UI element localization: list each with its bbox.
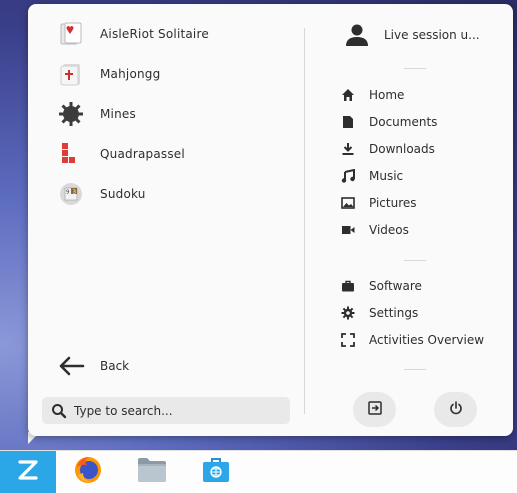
place-music[interactable]: Music: [340, 167, 403, 185]
firefox-icon: [73, 455, 103, 489]
app-mines[interactable]: Mines: [58, 102, 136, 126]
logout-button[interactable]: [353, 392, 396, 427]
place-label: Music: [369, 169, 404, 183]
picture-icon: [340, 195, 356, 211]
app-sudoku[interactable]: 9 3 Sudoku: [58, 182, 146, 206]
start-menu: AisleRiot Solitaire Mahjongg Mines Quadr…: [28, 4, 513, 436]
power-icon: [449, 400, 463, 419]
video-icon: [340, 222, 356, 238]
app-label: Mahjongg: [100, 67, 161, 81]
app-label: Quadrapassel: [100, 147, 185, 161]
home-icon: [340, 87, 356, 103]
fullscreen-icon: [340, 332, 356, 348]
separator: [404, 260, 426, 261]
mines-icon: [58, 101, 84, 127]
search-input[interactable]: Type to search...: [42, 397, 290, 424]
place-pictures[interactable]: Pictures: [340, 194, 417, 212]
system-label: Activities Overview: [369, 333, 485, 347]
place-videos[interactable]: Videos: [340, 221, 409, 239]
taskbar-firefox[interactable]: [60, 451, 116, 493]
gear-icon: [340, 305, 356, 321]
app-mahjongg[interactable]: Mahjongg: [58, 62, 160, 86]
mahjongg-icon: [58, 61, 84, 87]
place-label: Home: [369, 88, 405, 102]
app-quadrapassel[interactable]: Quadrapassel: [58, 142, 185, 166]
download-icon: [340, 141, 356, 157]
logout-icon: [367, 400, 383, 420]
separator: [404, 369, 426, 370]
zorin-menu-icon: [14, 458, 42, 486]
arrow-left-icon: [58, 354, 86, 378]
user-label: Live session u...: [384, 28, 480, 42]
place-label: Downloads: [369, 142, 435, 156]
search-icon: [51, 403, 67, 419]
app-label: Sudoku: [100, 187, 146, 201]
user-avatar-icon: [344, 22, 370, 48]
quadrapassel-icon: [58, 141, 84, 167]
power-button[interactable]: [434, 392, 477, 427]
svg-text:3: 3: [73, 190, 77, 196]
system-activities-overview[interactable]: Activities Overview: [340, 331, 484, 349]
system-settings[interactable]: Settings: [340, 304, 418, 322]
software-store-icon: [201, 456, 231, 488]
search-placeholder: Type to search...: [74, 403, 173, 418]
user-account-button[interactable]: Live session u...: [344, 22, 480, 48]
system-label: Software: [369, 279, 422, 293]
system-label: Settings: [369, 306, 419, 320]
taskbar-software[interactable]: [188, 451, 244, 493]
place-label: Videos: [369, 223, 409, 237]
taskbar: [0, 450, 517, 493]
sudoku-icon: 9 3: [58, 181, 84, 207]
back-button[interactable]: Back: [58, 354, 129, 378]
document-icon: [340, 114, 356, 130]
separator: [404, 68, 426, 69]
zorin-menu-button[interactable]: [0, 451, 56, 493]
music-icon: [340, 168, 356, 184]
briefcase-icon: [340, 278, 356, 294]
taskbar-files[interactable]: [124, 451, 180, 493]
place-downloads[interactable]: Downloads: [340, 140, 435, 158]
column-divider: [304, 28, 305, 414]
files-icon: [136, 456, 168, 488]
svg-text:9: 9: [66, 190, 70, 196]
app-aisleriot[interactable]: AisleRiot Solitaire: [58, 22, 209, 46]
back-label: Back: [100, 359, 130, 373]
place-home[interactable]: Home: [340, 86, 404, 104]
system-software[interactable]: Software: [340, 277, 422, 295]
place-label: Pictures: [369, 196, 417, 210]
app-label: Mines: [100, 107, 136, 121]
aisleriot-icon: [58, 21, 84, 47]
place-documents[interactable]: Documents: [340, 113, 437, 131]
place-label: Documents: [369, 115, 438, 129]
app-label: AisleRiot Solitaire: [100, 27, 209, 41]
